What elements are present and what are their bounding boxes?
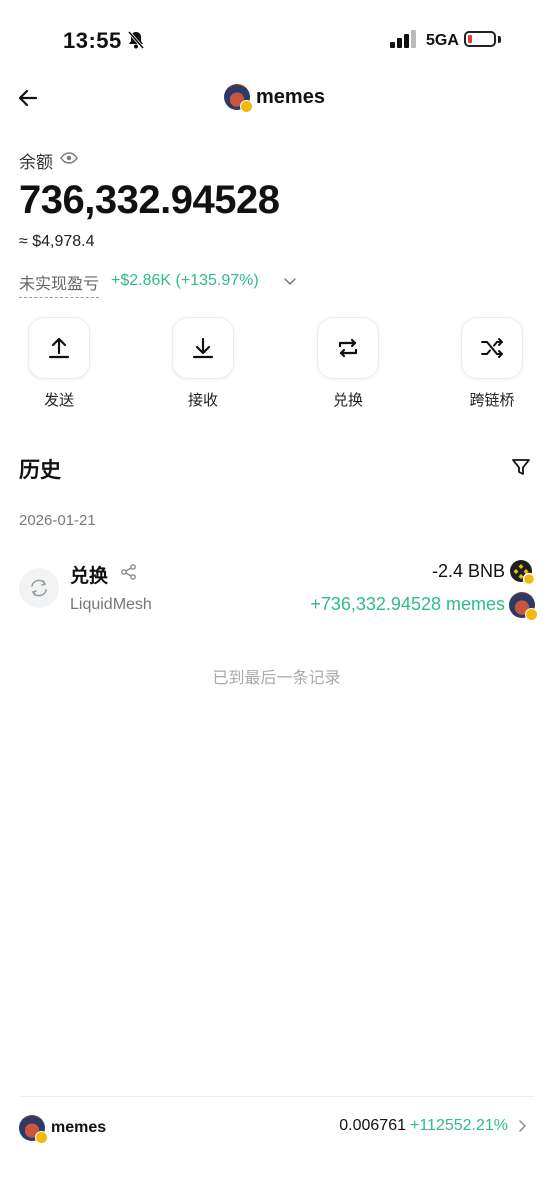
receive-label: 接收 [187,392,218,409]
eye-icon[interactable] [60,150,78,166]
status-time: 13:55 [63,28,122,53]
balance-usd: ≈ $4,978.4 [19,233,95,250]
footer-token[interactable]: memes [19,1115,107,1144]
chevron-down-icon[interactable] [283,274,297,288]
footer-price-row[interactable]: 0.006761 +112552.21% [339,1117,508,1135]
bridge-button[interactable]: 跨链桥 [460,317,524,410]
transaction-out-amount: -2.4 BNB [431,561,505,581]
send-label: 发送 [43,392,74,409]
signal-icon [390,30,416,48]
footer-price: 0.006761 [339,1117,406,1134]
share-icon[interactable] [120,563,138,581]
page-title: memes [256,85,325,108]
bell-muted-icon [127,31,145,49]
receive-button[interactable]: 接收 [171,317,235,410]
balance-label: 余额 [19,153,53,172]
history-date: 2026-01-21 [19,512,96,529]
transaction-type[interactable]: 兑换 [70,561,108,588]
shuffle-icon [481,338,503,358]
transaction-in-amount: +736,332.94528 memes [310,594,505,614]
unrealized-pnl-label[interactable]: 未实现盈亏 [19,270,100,298]
end-of-list-note: 已到最后一条记录 [212,670,341,687]
bridge-label: 跨链桥 [469,392,515,409]
download-icon [192,337,214,359]
battery-tip [498,36,501,43]
battery-icon [464,31,496,47]
header-title-group: memes [224,84,325,113]
footer-change: +112552.21% [409,1117,508,1134]
filter-icon[interactable] [511,457,531,477]
footer-divider [19,1096,534,1097]
network-type: 5GA [426,32,459,49]
memes-token-icon [509,592,538,621]
send-button[interactable]: 发送 [27,317,91,410]
swap-button[interactable]: 兑换 [316,317,380,410]
bnb-token-icon [510,560,535,585]
swap-circle-icon [19,568,59,608]
footer-token-name: memes [51,1119,107,1136]
history-title: 历史 [19,459,61,482]
balance-amount: 736,332.94528 [19,178,280,222]
transaction-source: LiquidMesh [70,596,152,613]
swap-arrows-icon [338,338,358,358]
memes-token-icon [224,84,253,113]
upload-icon [48,337,70,359]
swap-label: 兑换 [332,392,363,409]
chevron-right-icon[interactable] [517,1119,529,1133]
back-arrow-icon[interactable] [16,86,40,110]
unrealized-pnl-value: +$2.86K (+135.97%) [111,272,259,289]
memes-token-icon [19,1115,48,1144]
